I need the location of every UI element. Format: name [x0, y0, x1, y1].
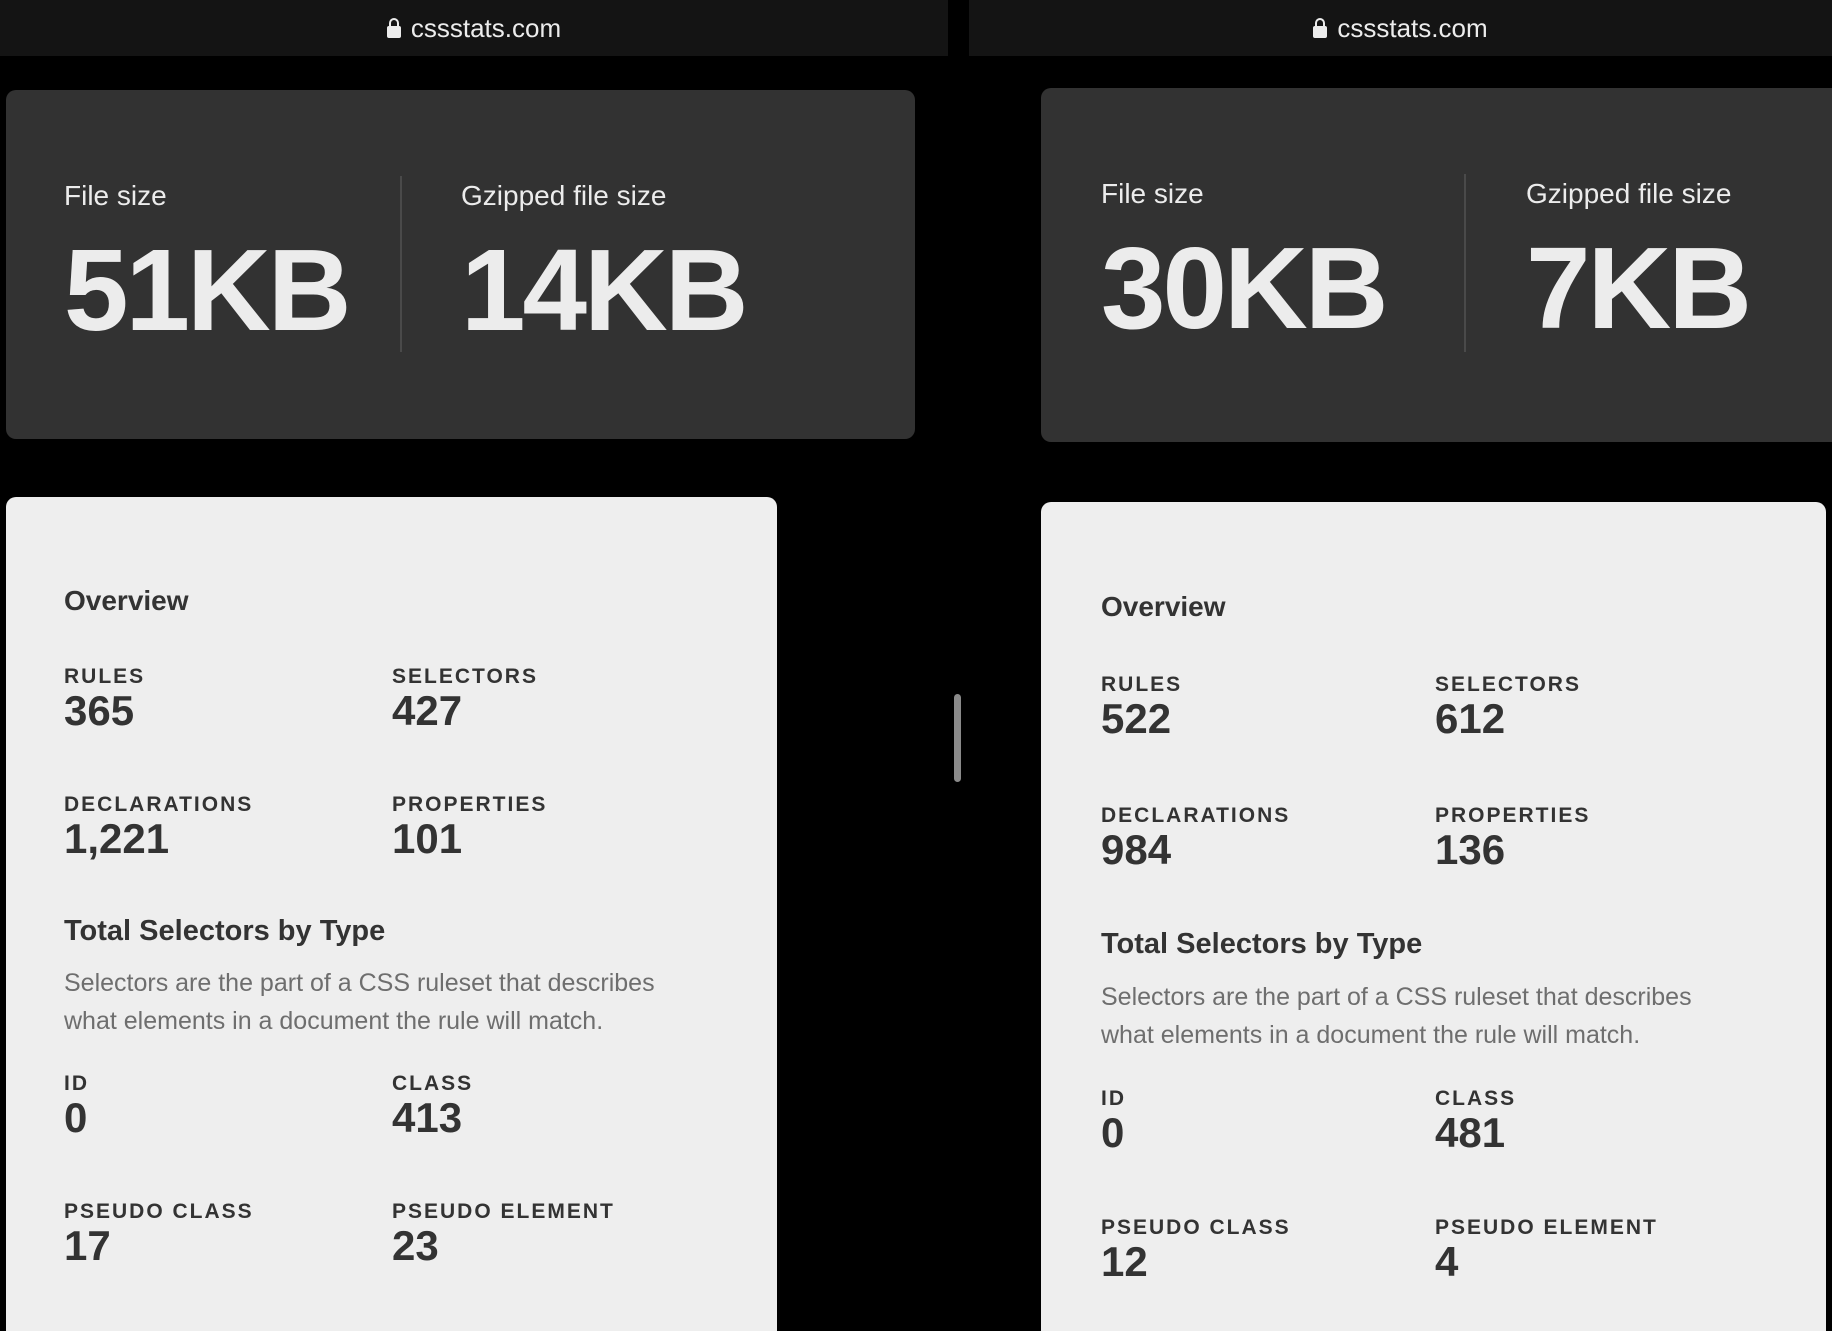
right-browser-pane: cssstats.com File size 30KB Gzipped file…	[969, 0, 1832, 1331]
url-text: cssstats.com	[410, 12, 562, 43]
file-size-value: 30KB	[1101, 223, 1389, 353]
selectors-by-type-title: Total Selectors by Type	[64, 915, 386, 947]
pseudo-class-value: 12	[1101, 1238, 1148, 1285]
selectors-by-type-title: Total Selectors by Type	[1101, 928, 1423, 960]
id-value: 0	[64, 1094, 88, 1141]
address-bar[interactable]: cssstats.com	[0, 0, 948, 56]
declarations-value: 1,221	[64, 815, 170, 862]
rules-value: 365	[64, 687, 135, 734]
declarations-value: 984	[1101, 826, 1172, 873]
lock-icon	[386, 18, 401, 38]
pseudo-class-label: PSEUDO CLASS	[64, 1200, 254, 1223]
properties-label: PROPERTIES	[392, 793, 548, 816]
selectors-by-type-description: Selectors are the part of a CSS ruleset …	[1101, 983, 1692, 1049]
selectors-label: SELECTORS	[1435, 673, 1581, 696]
selectors-value: 427	[392, 687, 463, 734]
file-size-card: File size 30KB Gzipped file size 7KB	[1041, 88, 1832, 442]
lock-icon	[1313, 18, 1328, 38]
address-bar[interactable]: cssstats.com	[969, 0, 1832, 56]
pseudo-element-value: 4	[1435, 1238, 1459, 1285]
selectors-value: 612	[1435, 695, 1506, 742]
overview-card: Overview RULES 365 SELECTORS 427 DECLARA…	[6, 497, 777, 1331]
size-divider	[1464, 174, 1466, 352]
id-label: ID	[1101, 1087, 1126, 1110]
rules-value: 522	[1101, 695, 1172, 742]
file-size-label: File size	[1101, 178, 1204, 209]
overview-title: Overview	[1101, 591, 1226, 622]
class-label: CLASS	[1435, 1087, 1517, 1110]
gzip-size-value: 14KB	[461, 225, 749, 355]
pseudo-class-value: 17	[64, 1222, 111, 1269]
declarations-label: DECLARATIONS	[1101, 804, 1291, 827]
gzip-size-label: Gzipped file size	[461, 180, 667, 211]
file-size-card: File size 51KB Gzipped file size 14KB	[6, 90, 915, 439]
file-size-value: 51KB	[64, 225, 352, 355]
url-text: cssstats.com	[1337, 12, 1488, 43]
class-value: 413	[392, 1094, 463, 1141]
pseudo-class-label: PSEUDO CLASS	[1101, 1216, 1291, 1239]
declarations-label: DECLARATIONS	[64, 793, 254, 816]
gzip-size-label: Gzipped file size	[1526, 178, 1732, 209]
selectors-by-type-description: Selectors are the part of a CSS ruleset …	[64, 969, 655, 1035]
class-value: 481	[1435, 1109, 1506, 1156]
split-view-divider-handle[interactable]	[954, 694, 961, 782]
file-size-label: File size	[64, 180, 167, 211]
properties-value: 101	[392, 815, 463, 862]
class-label: CLASS	[392, 1072, 474, 1095]
rules-label: RULES	[1101, 673, 1183, 696]
left-browser-pane: cssstats.com File size 51KB Gzipped file…	[0, 0, 948, 1331]
properties-label: PROPERTIES	[1435, 804, 1591, 827]
properties-value: 136	[1435, 826, 1506, 873]
pseudo-element-label: PSEUDO ELEMENT	[392, 1200, 615, 1223]
id-value: 0	[1101, 1109, 1125, 1156]
split-view: cssstats.com File size 51KB Gzipped file…	[0, 0, 1832, 1331]
overview-title: Overview	[64, 585, 189, 616]
pseudo-element-value: 23	[392, 1222, 439, 1269]
id-label: ID	[64, 1072, 89, 1095]
rules-label: RULES	[64, 665, 146, 688]
gzip-size-value: 7KB	[1526, 223, 1752, 353]
size-divider	[400, 176, 402, 352]
overview-card: Overview RULES 522 SELECTORS 612 DECLARA…	[1041, 502, 1826, 1331]
pseudo-element-label: PSEUDO ELEMENT	[1435, 1216, 1658, 1239]
selectors-label: SELECTORS	[392, 665, 538, 688]
